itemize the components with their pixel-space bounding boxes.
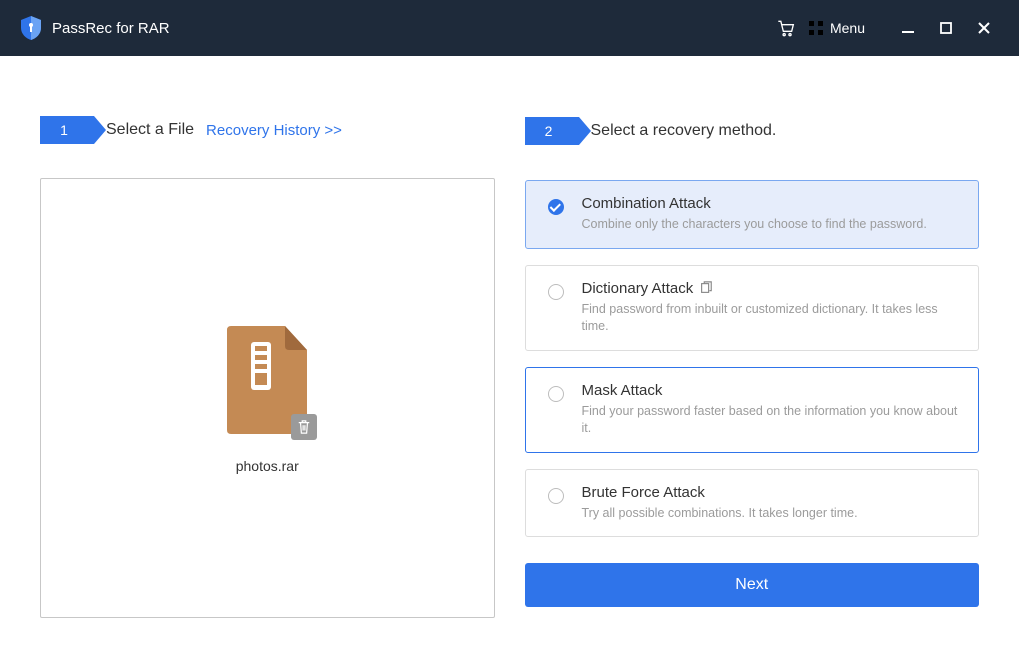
minimize-button[interactable] <box>893 13 923 43</box>
trash-icon <box>297 419 311 435</box>
method-brute-force-attack[interactable]: Brute Force Attack Try all possible comb… <box>525 469 980 538</box>
radio-icon <box>548 284 564 300</box>
method-title: Combination Attack <box>582 195 711 212</box>
selected-file-name: photos.rar <box>236 458 299 474</box>
method-desc: Try all possible combinations. It takes … <box>582 505 961 523</box>
method-dictionary-attack[interactable]: Dictionary Attack Find password from inb… <box>525 265 980 351</box>
step2-column: 2 Select a recovery method. Combination … <box>525 116 980 618</box>
method-combination-attack[interactable]: Combination Attack Combine only the char… <box>525 180 980 249</box>
method-title: Mask Attack <box>582 382 663 399</box>
recovery-methods-list: Combination Attack Combine only the char… <box>525 180 980 537</box>
app-title: PassRec for RAR <box>52 20 170 37</box>
file-dropzone[interactable]: photos.rar <box>40 178 495 618</box>
menu-button[interactable]: Menu <box>808 20 865 36</box>
step1-badge: 1 <box>40 116 94 144</box>
method-desc: Find your password faster based on the i… <box>582 403 961 438</box>
grid-icon <box>808 20 824 36</box>
maximize-icon <box>939 21 953 35</box>
shield-icon <box>20 15 42 41</box>
radio-icon <box>548 386 564 402</box>
next-button[interactable]: Next <box>525 563 980 607</box>
method-desc: Find password from inbuilt or customized… <box>582 301 961 336</box>
radio-selected-icon <box>548 199 564 215</box>
close-icon <box>977 21 991 35</box>
step1-header: 1 Select a File Recovery History >> <box>40 116 495 144</box>
titlebar: PassRec for RAR Menu <box>0 0 1019 56</box>
remove-file-button[interactable] <box>291 414 317 440</box>
selected-file-icon <box>219 322 315 438</box>
method-title: Dictionary Attack <box>582 280 694 297</box>
cart-button[interactable] <box>770 13 800 43</box>
copy-icon <box>699 281 713 295</box>
step1-column: 1 Select a File Recovery History >> <box>40 116 495 618</box>
app-logo: PassRec for RAR <box>20 15 170 41</box>
maximize-button[interactable] <box>931 13 961 43</box>
step2-title: Select a recovery method. <box>591 122 777 140</box>
method-title: Brute Force Attack <box>582 484 705 501</box>
method-desc: Combine only the characters you choose t… <box>582 216 961 234</box>
step1-title: Select a File <box>106 121 194 139</box>
cart-icon <box>775 18 795 38</box>
minimize-icon <box>901 21 915 35</box>
close-button[interactable] <box>969 13 999 43</box>
step2-header: 2 Select a recovery method. <box>525 116 980 146</box>
step2-badge: 2 <box>525 117 579 145</box>
recovery-history-link[interactable]: Recovery History >> <box>206 122 342 139</box>
menu-label: Menu <box>830 20 865 36</box>
method-mask-attack[interactable]: Mask Attack Find your password faster ba… <box>525 367 980 453</box>
radio-icon <box>548 488 564 504</box>
